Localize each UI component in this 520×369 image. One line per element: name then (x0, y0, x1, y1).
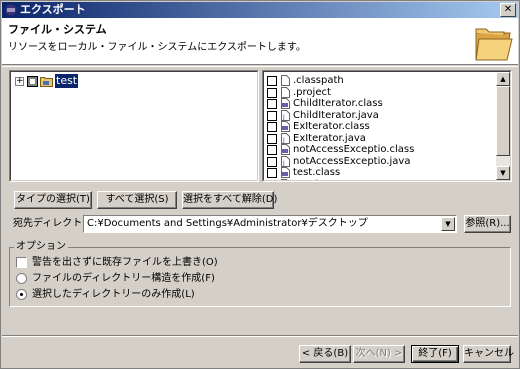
overwrite-label: 警告を出さずに既存ファイルを上書き(O) (32, 257, 218, 268)
eclipse-icon (5, 4, 17, 16)
export-dialog: エクスポート ✕ ファイル・システム リソースをローカル・ファイル・システムにエ… (0, 0, 520, 369)
file-name: notAccessExceptio.class (293, 144, 415, 155)
file-list-pane[interactable]: .classpath .project ChildIterator.class J Ch… (262, 70, 512, 182)
expand-toggle[interactable]: + (15, 77, 24, 86)
file-icon (281, 86, 290, 98)
options-group: オプション 警告を出さずに既存ファイルを上書き(O) ファイルのディレクトリー構… (9, 240, 511, 307)
file-name: notAccessExceptio.java (293, 155, 411, 167)
file-checkbox[interactable] (267, 156, 277, 167)
create-structure-radio[interactable] (16, 273, 27, 284)
chevron-down-icon[interactable]: ▼ (441, 217, 455, 231)
resource-tree[interactable]: + test (9, 70, 259, 182)
file-checkbox[interactable] (267, 178, 277, 180)
scroll-thumb[interactable] (496, 86, 510, 156)
svg-text:J: J (282, 160, 285, 167)
file-name: ExIterator.class (293, 121, 370, 132)
overwrite-checkbox[interactable] (16, 257, 27, 268)
file-checkbox[interactable] (267, 168, 277, 178)
wizard-banner: ファイル・システム リソースをローカル・ファイル・システムにエクスポートします。 (2, 18, 518, 65)
select-types-button[interactable]: タイプの選択(T) (14, 191, 92, 209)
page-title: ファイル・システム (8, 23, 107, 36)
page-description: リソースをローカル・ファイル・システムにエクスポートします。 (8, 42, 306, 53)
banner-divider (2, 66, 518, 67)
cancel-button[interactable]: キャンセル (463, 345, 514, 363)
window-title: エクスポート (20, 3, 86, 16)
file-name: test.class (293, 167, 341, 178)
file-name: test.java (293, 179, 336, 181)
tree-item-checkbox[interactable] (27, 76, 38, 87)
java-file-icon: J (281, 109, 290, 121)
file-checkbox[interactable] (267, 99, 277, 109)
java-file-icon: J (281, 178, 289, 180)
java-file-icon: J (281, 155, 290, 167)
next-button[interactable]: 次へ(N) > (353, 345, 405, 363)
options-title: オプション (14, 240, 68, 254)
file-checkbox[interactable] (267, 122, 277, 132)
file-list: .classpath .project ChildIterator.class J Ch… (264, 72, 496, 180)
file-name: .project (293, 86, 331, 98)
project-folder-icon (40, 77, 53, 87)
svg-text:J: J (282, 137, 285, 144)
finish-button[interactable]: 終了(F) (411, 345, 459, 363)
file-checkbox[interactable] (267, 110, 277, 121)
create-selected-only-label: 選択したディレクトリーのみ作成(L) (32, 289, 195, 300)
destination-combo[interactable]: C:¥Documents and Settings¥Administrator¥… (83, 215, 457, 233)
file-icon (281, 75, 290, 86)
file-checkbox[interactable] (267, 133, 277, 144)
select-all-button[interactable]: すべて選択(S) (97, 191, 177, 209)
close-button[interactable]: ✕ (500, 3, 516, 17)
title-bar: エクスポート ✕ (2, 2, 518, 18)
class-file-icon (281, 167, 290, 178)
scroll-down-button[interactable]: ▼ (496, 166, 510, 180)
vertical-scrollbar[interactable]: ▲ ▼ (496, 72, 510, 180)
back-button[interactable]: < 戻る(B) (299, 345, 351, 363)
file-checkbox[interactable] (267, 76, 277, 86)
file-name: .classpath (293, 75, 344, 86)
java-file-icon: J (281, 132, 290, 144)
create-structure-label: ファイルのディレクトリー構造を作成(F) (32, 273, 215, 284)
folder-icon (475, 28, 513, 61)
deselect-all-button[interactable]: 選択をすべて解除(D) (182, 191, 277, 209)
class-file-icon (281, 98, 290, 109)
svg-text:J: J (282, 114, 285, 121)
file-name: ExIterator.java (293, 132, 366, 144)
file-name: ChildIterator.java (293, 109, 379, 121)
footer-divider (2, 335, 518, 337)
browse-button[interactable]: 参照(R)... (464, 215, 511, 233)
tree-item-label: test (55, 74, 79, 88)
file-checkbox[interactable] (267, 87, 277, 98)
class-file-icon (281, 121, 290, 132)
file-checkbox[interactable] (267, 145, 277, 155)
class-file-icon (281, 144, 290, 155)
create-selected-only-radio[interactable] (16, 289, 27, 300)
file-name: ChildIterator.class (293, 98, 383, 109)
scroll-up-button[interactable]: ▲ (496, 72, 510, 86)
destination-value: C:¥Documents and Settings¥Administrator¥… (87, 218, 368, 229)
